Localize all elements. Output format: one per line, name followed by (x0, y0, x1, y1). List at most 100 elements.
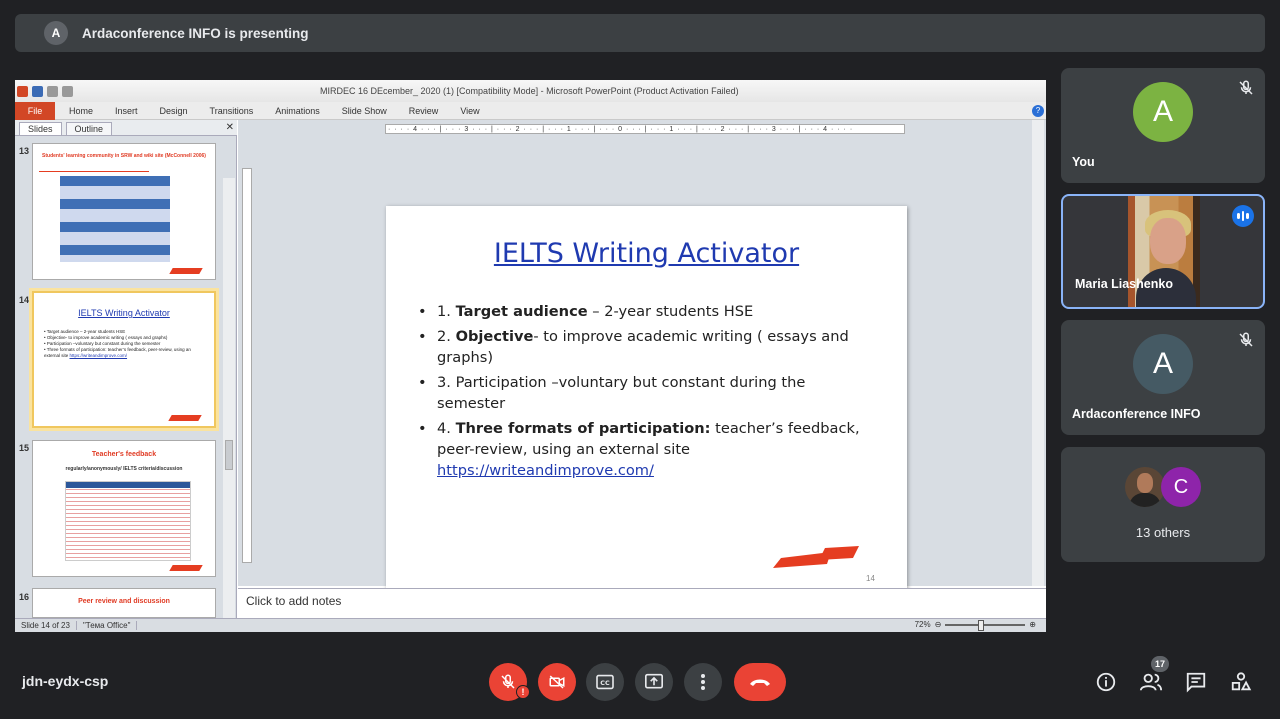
ribbon-tab-animations: Animations (275, 105, 320, 116)
thumb-subtitle: regularly/anonymously/ IELTS criteria/di… (65, 466, 183, 472)
zoom-control: 72% ⊖ ⊕ (914, 619, 1036, 631)
powerpoint-icon (17, 85, 28, 97)
window-title: MIRDEC 16 DEcember_ 2020 (1) [Compatibil… (320, 86, 739, 96)
slides-pane: Slides Outline ✕ 13 Students' learning c… (15, 120, 237, 632)
bullet-item: 4. Three formats of participation: teach… (418, 418, 878, 481)
notes-field: Click to add notes (238, 588, 1046, 618)
avatar: C (1161, 467, 1201, 507)
pane-tab-slides: Slides (19, 122, 62, 135)
presenting-text: Ardaconference INFO is presenting (82, 25, 309, 41)
end-call-icon (750, 679, 770, 686)
bullet-item: 2. Objective- to improve academic writin… (418, 326, 878, 368)
pane-tabs: Slides Outline ✕ (15, 120, 237, 136)
participant-name: Maria Liashenko (1075, 277, 1173, 291)
undo-icon (47, 85, 58, 97)
thumb-number: 14 (19, 295, 30, 305)
ribbon-tab-review: Review (408, 105, 439, 116)
participant-tile-maria[interactable]: Maria Liashenko (1061, 194, 1265, 309)
chat-button[interactable] (1182, 668, 1210, 696)
ribbon-tab-design: Design (159, 105, 188, 116)
vertical-ruler (242, 168, 252, 563)
horizontal-ruler: · · · · 4 · · · | · · · 3 · · · | · · · … (385, 124, 905, 134)
slide-thumbnail-14: IELTS Writing Activator • Target audienc… (32, 291, 216, 428)
camera-toggle-button[interactable] (538, 663, 576, 701)
info-icon (1096, 672, 1116, 692)
ribbon-tab-transitions: Transitions (209, 105, 254, 116)
presenting-banner: A Ardaconference INFO is presenting (15, 14, 1265, 52)
slide-thumbnail-13: Students' learning community in SRW and … (32, 143, 216, 280)
bullet-item: 1. Target audience – 2-year students HSE (418, 301, 878, 322)
people-icon (1139, 673, 1163, 691)
svg-text:CC: CC (600, 679, 610, 687)
participant-tile-ardaconference[interactable]: A Ardaconference INFO (1061, 320, 1265, 435)
present-now-button[interactable] (635, 663, 673, 701)
thumb-title: Teacher's feedback (91, 451, 157, 458)
speaking-indicator-icon (1232, 205, 1254, 227)
slide-thumbnail-16: Peer review and discussion (32, 588, 216, 618)
save-icon (32, 85, 43, 97)
captions-icon: CC (596, 674, 614, 690)
meeting-details-button[interactable] (1092, 668, 1120, 696)
thumb-number: 13 (19, 146, 30, 156)
thumb-table (60, 176, 170, 262)
more-vert-icon (701, 674, 705, 690)
help-icon: ? (1032, 105, 1044, 117)
shared-screen[interactable]: MIRDEC 16 DEcember_ 2020 (1) [Compatibil… (15, 80, 1046, 632)
participant-name: Ardaconference INFO (1072, 407, 1201, 421)
avatar-photo (1125, 467, 1165, 507)
thumbnails-scrollbar (223, 178, 235, 632)
participant-count-badge: 17 (1151, 656, 1169, 672)
captions-button[interactable]: CC (586, 663, 624, 701)
thumb-title: Peer review and discussion (78, 598, 170, 605)
participant-name: You (1072, 155, 1095, 169)
leave-call-button[interactable] (734, 663, 786, 701)
slide-info: Slide 14 of 23 (15, 621, 77, 630)
ribbon-tab-home: Home (69, 105, 94, 116)
ribbon-tab-view: View (460, 105, 480, 116)
ribbon-tab-slide-show: Slide Show (341, 105, 387, 116)
others-count: 13 others (1135, 525, 1191, 540)
ribbon-tabs: File Home Insert Design Transitions Anim… (15, 101, 1046, 120)
thumb-bullets: • Target audience – 2-year students HSE … (44, 329, 191, 358)
zoom-level: 72% (914, 620, 931, 629)
brand-logo (169, 565, 203, 571)
avatar: A (1133, 334, 1193, 394)
slide-number: 14 (866, 574, 875, 583)
activities-icon (1231, 672, 1252, 691)
zoom-slider (945, 619, 1026, 631)
brand-logo (773, 546, 859, 568)
close-icon: ✕ (225, 122, 234, 133)
more-options-button[interactable] (684, 663, 722, 701)
participant-tile-you[interactable]: A You (1061, 68, 1265, 183)
mic-off-icon (501, 674, 515, 689)
thumb-number: 16 (19, 592, 30, 602)
ribbon-tab-insert: Insert (115, 105, 138, 116)
thumb-title: Students' learning community in SRW and … (42, 153, 206, 159)
participant-tile-others[interactable]: C 13 others (1061, 447, 1265, 562)
ppt-statusbar: Slide 14 of 23 "Тема Office" 72% ⊖ ⊕ (15, 618, 1046, 632)
mic-off-icon (1239, 332, 1253, 347)
writeandimprove-link: https://writeandimprove.com/ (437, 462, 654, 479)
chat-icon (1186, 672, 1206, 693)
bullet-item: 3. Participation –voluntary but constant… (418, 372, 878, 414)
activities-button[interactable] (1227, 668, 1255, 696)
quick-access-toolbar (17, 85, 73, 97)
thumb-screenshot (65, 481, 191, 561)
camera-off-icon (549, 675, 565, 689)
avatar: A (1133, 82, 1193, 142)
theme-name: "Тема Office" (77, 621, 138, 630)
zoom-in-icon: ⊕ (1029, 620, 1036, 629)
slide-bullets: 1. Target audience – 2-year students HSE… (418, 301, 878, 485)
mic-off-icon (1239, 80, 1253, 95)
ppt-titlebar: MIRDEC 16 DEcember_ 2020 (1) [Compatibil… (15, 80, 1046, 102)
people-button[interactable] (1137, 668, 1165, 696)
presenter-avatar: A (44, 21, 68, 45)
meeting-code: jdn-eydx-csp (22, 673, 109, 689)
edit-scrollbar (1032, 120, 1044, 586)
pane-tab-outline: Outline (65, 122, 113, 135)
slide-thumbnail-15: Teacher's feedback regularly/anonymously… (32, 440, 216, 577)
current-slide: IELTS Writing Activator 1. Target audien… (386, 206, 907, 597)
alert-icon: ! (516, 685, 530, 699)
zoom-out-icon: ⊖ (934, 620, 942, 629)
slide-edit-area: · · · · 4 · · · | · · · 3 · · · | · · · … (238, 120, 1046, 597)
